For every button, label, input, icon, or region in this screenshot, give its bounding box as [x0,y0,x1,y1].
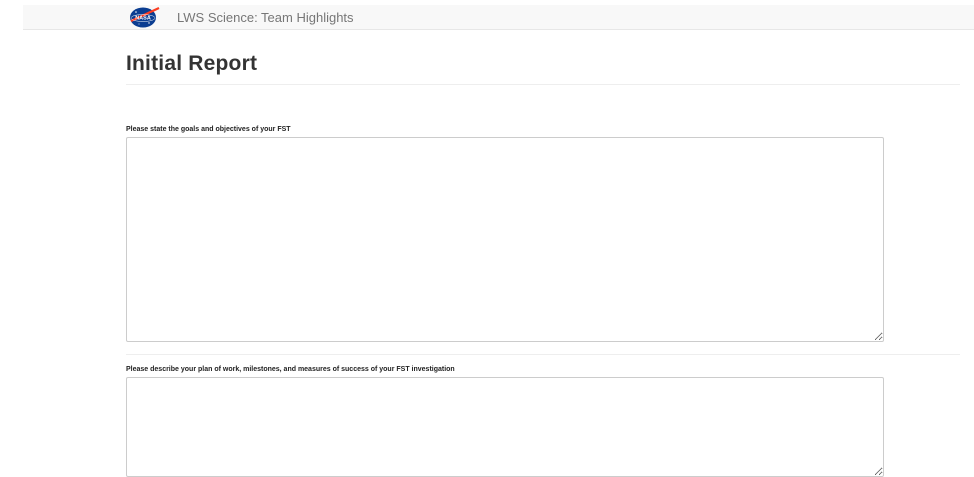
brand-link[interactable]: LWS Science: Team Highlights [177,10,354,25]
goals-objectives-textarea[interactable] [126,137,884,342]
nasa-logo-icon[interactable]: NASA [128,5,162,29]
section-divider [126,354,960,355]
svg-text:NASA: NASA [135,16,151,22]
top-navbar: NASA LWS Science: Team Highlights [23,5,974,30]
plan-of-work-textarea[interactable] [126,377,884,477]
plan-of-work-label: Please describe your plan of work, miles… [126,366,455,373]
goals-objectives-label: Please state the goals and objectives of… [126,126,291,133]
title-divider [126,84,960,85]
page-title: Initial Report [126,52,258,75]
